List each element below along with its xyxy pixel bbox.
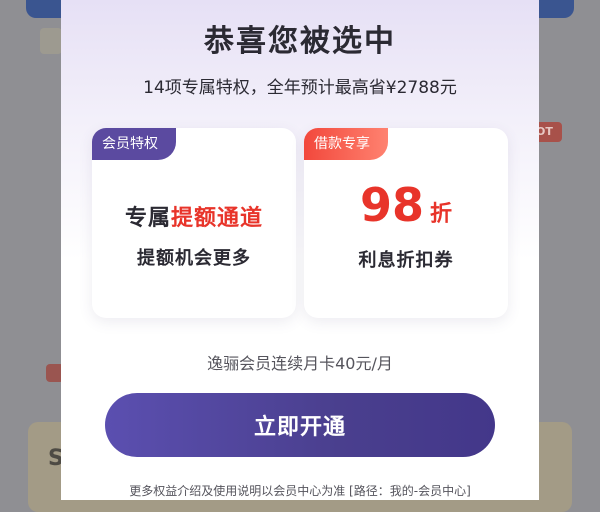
terms-footnote: 更多权益介绍及使用说明以会员中心为准 [路径：我的-会员中心] bbox=[129, 484, 471, 498]
member-privilege-badge: 会员特权 bbox=[92, 128, 176, 160]
modal-subtitle: 14项专属特权，全年预计最高省¥2788元 bbox=[143, 78, 457, 98]
membership-modal: 恭喜您被选中 14项专属特权，全年预计最高省¥2788元 会员特权 专属提额通道… bbox=[61, 0, 539, 500]
member-privilege-card: 会员特权 专属提额通道 提额机会更多 bbox=[92, 128, 296, 318]
privilege-subtext: 提额机会更多 bbox=[137, 248, 251, 269]
discount-subtext: 利息折扣券 bbox=[358, 250, 454, 271]
privilege-headline-highlight: 提额通道 bbox=[171, 206, 264, 231]
discount-unit: 折 bbox=[430, 202, 453, 227]
privilege-headline: 专属提额通道 bbox=[92, 200, 296, 232]
activate-now-button[interactable]: 立即开通 bbox=[105, 393, 495, 457]
loan-exclusive-badge: 借款专享 bbox=[304, 128, 388, 160]
loan-exclusive-card: 借款专享 98 折 利息折扣券 bbox=[304, 128, 508, 318]
background-icon bbox=[40, 28, 62, 54]
discount-number: 98 bbox=[359, 178, 424, 232]
membership-price-line: 逸骊会员连续月卡40元/月 bbox=[207, 354, 393, 373]
privilege-headline-prefix: 专属 bbox=[124, 206, 171, 231]
modal-title: 恭喜您被选中 bbox=[204, 24, 396, 59]
discount-value: 98 折 bbox=[304, 178, 508, 232]
